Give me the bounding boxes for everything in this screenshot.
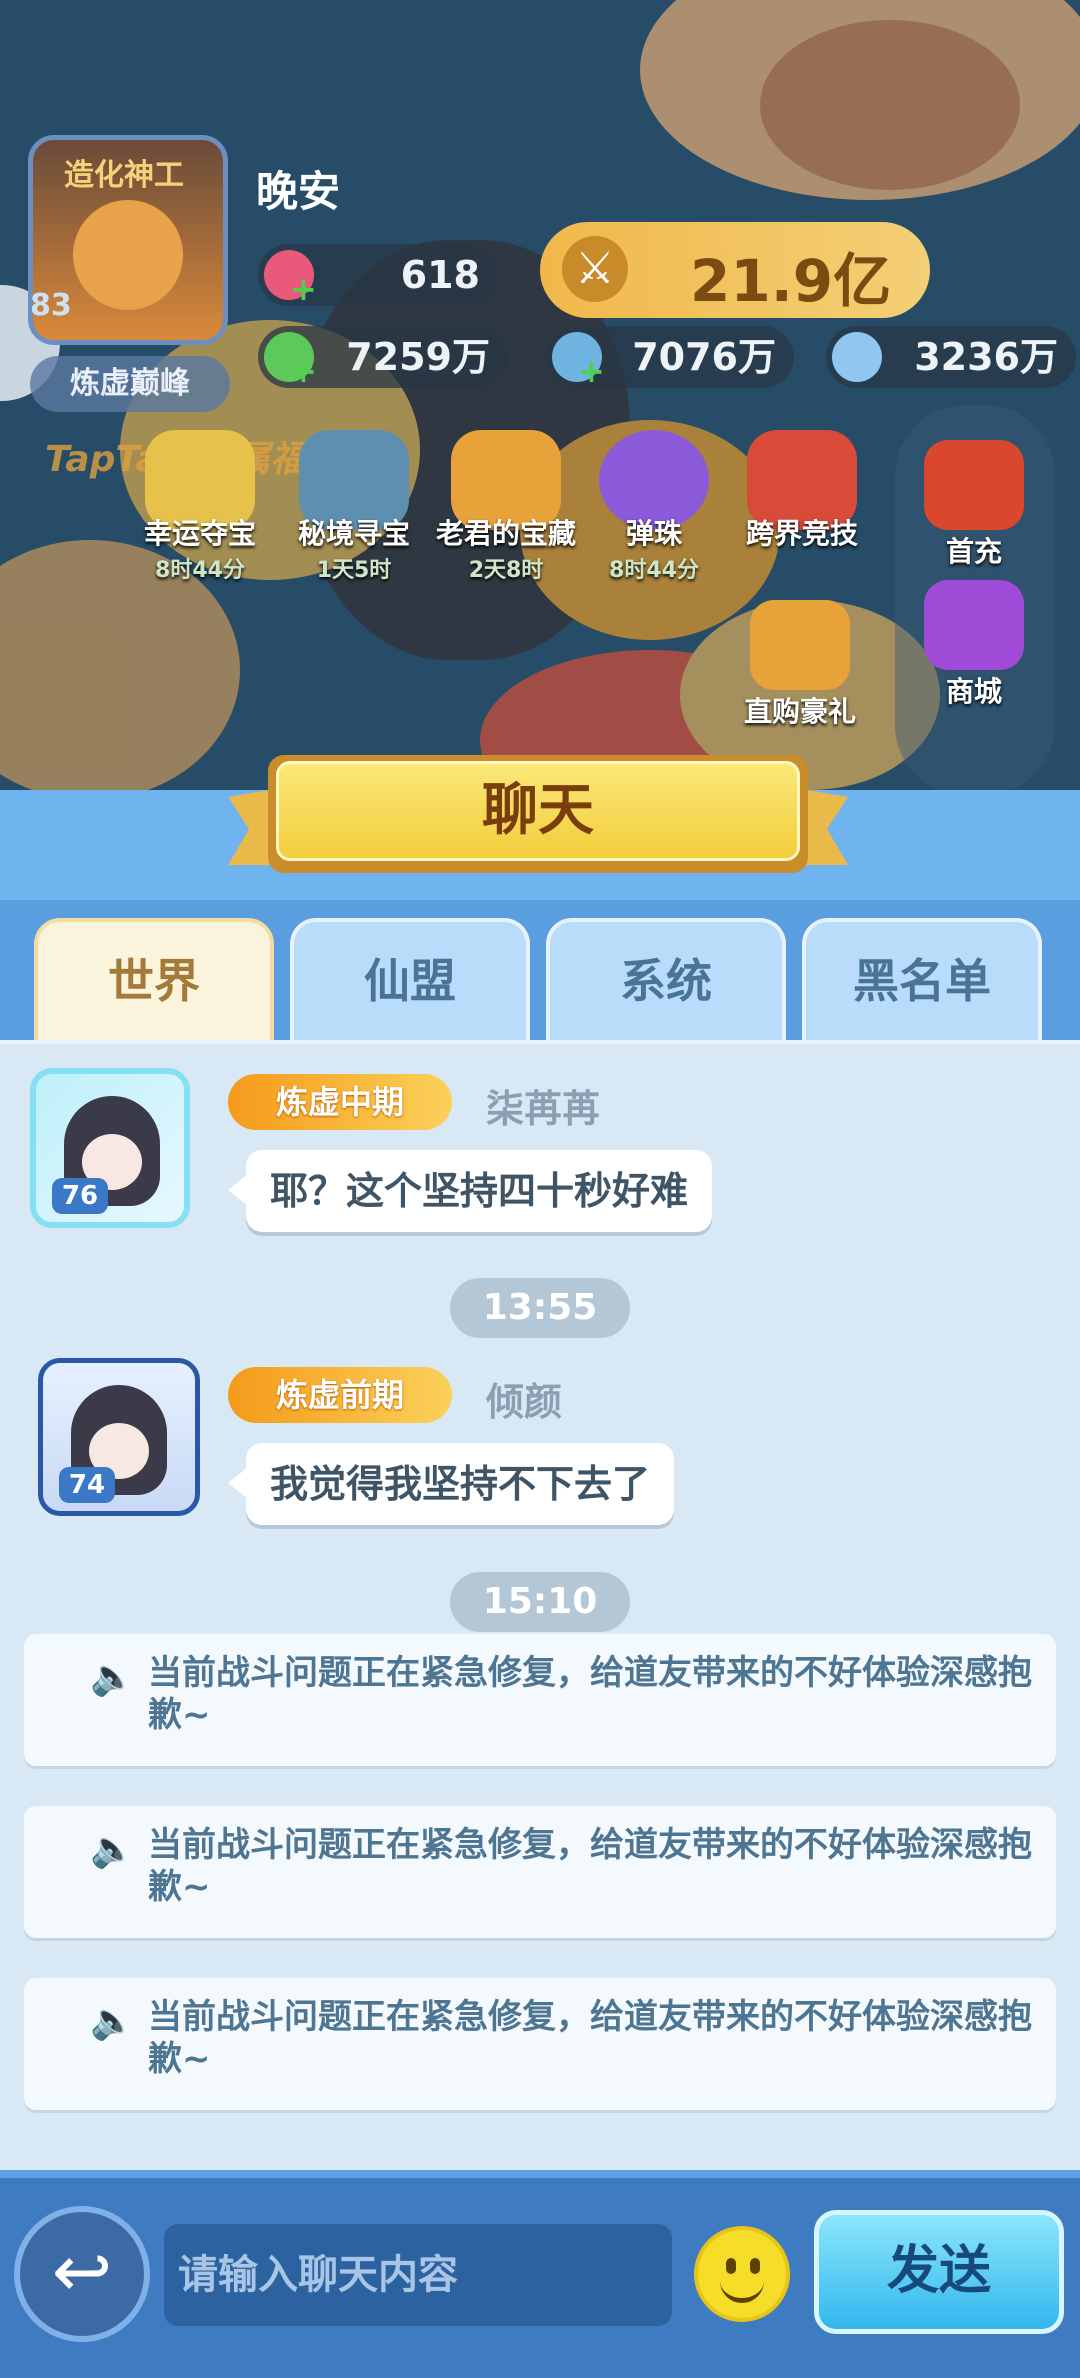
chat-title: 聊天 bbox=[276, 761, 800, 861]
feature-label: 弹珠 bbox=[625, 517, 682, 550]
tab-alliance[interactable]: 仙盟 bbox=[290, 918, 530, 1040]
speaker-icon: 🔈 bbox=[90, 1657, 135, 1698]
direct-purchase-gift-button[interactable]: 直购豪礼 bbox=[730, 600, 870, 730]
player-name: 晚安 bbox=[256, 167, 341, 216]
realm-badge: 炼虚巅峰 bbox=[30, 356, 230, 412]
resource-value: 7076万 bbox=[632, 335, 776, 379]
feature-label: 跨界竞技 bbox=[745, 517, 858, 550]
add-icon: + bbox=[290, 270, 317, 308]
timestamp: 13:55 bbox=[450, 1278, 630, 1338]
resource-value: 618 bbox=[400, 253, 480, 297]
resource-blue-crystal[interactable]: + 7076万 bbox=[546, 326, 794, 388]
player-level: 83 bbox=[30, 288, 72, 323]
resource-rainbow-crystal[interactable]: 3236万 bbox=[826, 326, 1076, 388]
feature-laojun-treasure[interactable]: 老君的宝藏 2天8时 bbox=[436, 430, 576, 584]
feature-timer: 8时44分 bbox=[155, 558, 245, 583]
resource-green-jade[interactable]: + 7259万 bbox=[258, 326, 508, 388]
rank-badge: 炼虚前期 bbox=[228, 1367, 453, 1423]
message-bubble: 耶？这个坚持四十秒好难 bbox=[227, 1150, 713, 1232]
system-notice: 🔈 当前战斗问题正在紧急修复，给道友带来的不好体验深感抱歉~ bbox=[24, 1806, 1056, 1938]
sender-name[interactable]: 倾颜 bbox=[486, 1371, 562, 1426]
system-notice: 🔈 当前战斗问题正在紧急修复，给道友带来的不好体验深感抱歉~ bbox=[24, 1634, 1056, 1766]
sender-level: 74 bbox=[59, 1467, 115, 1503]
gift-box-icon bbox=[924, 580, 1024, 670]
resource-peach[interactable]: + 618 bbox=[258, 244, 498, 306]
resource-value: 7259万 bbox=[346, 335, 490, 379]
resource-value: 3236万 bbox=[914, 335, 1058, 379]
combat-power-bar: ⚔ 21.9亿 bbox=[540, 222, 930, 318]
chat-input[interactable] bbox=[164, 2224, 672, 2326]
add-icon: + bbox=[290, 352, 317, 390]
combat-power-value: 21.9亿 bbox=[690, 247, 892, 315]
speaker-icon: 🔈 bbox=[90, 1829, 135, 1870]
crossed-swords-icon: ⚔ bbox=[562, 236, 628, 302]
sender-name[interactable]: 柒苒苒 bbox=[486, 1078, 600, 1133]
side-icon-label: 商城 bbox=[945, 675, 1002, 708]
side-icon-label: 直购豪礼 bbox=[743, 695, 856, 728]
speaker-icon: 🔈 bbox=[90, 2001, 135, 2042]
tab-world[interactable]: 世界 bbox=[34, 918, 274, 1040]
feature-timer: 2天8时 bbox=[468, 558, 544, 583]
sender-level: 76 bbox=[52, 1178, 108, 1214]
notice-text: 当前战斗问题正在紧急修复，给道友带来的不好体验深感抱歉~ bbox=[148, 1653, 1032, 1735]
feature-lucky-treasure[interactable]: 幸运夺宝 8时44分 bbox=[130, 430, 270, 584]
message-bubble: 我觉得我坚持不下去了 bbox=[227, 1443, 675, 1525]
tab-system[interactable]: 系统 bbox=[546, 918, 786, 1040]
side-icon-label: 首充 bbox=[945, 535, 1002, 568]
first-recharge-icon bbox=[924, 440, 1024, 530]
feature-timer: 8时44分 bbox=[609, 558, 699, 583]
chat-title-banner: 聊天 bbox=[228, 755, 848, 873]
emoji-smiley-icon[interactable] bbox=[694, 2226, 790, 2322]
notice-text: 当前战斗问题正在紧急修复，给道友带来的不好体验深感抱歉~ bbox=[148, 1825, 1032, 1907]
send-button[interactable]: 发送 bbox=[814, 2210, 1064, 2334]
sender-avatar[interactable]: 74 bbox=[38, 1358, 200, 1516]
rank-badge: 炼虚中期 bbox=[228, 1074, 453, 1130]
feature-label: 老君的宝藏 bbox=[436, 517, 577, 550]
add-icon: + bbox=[578, 352, 605, 390]
system-notice: 🔈 当前战斗问题正在紧急修复，给道友带来的不好体验深感抱歉~ bbox=[24, 1978, 1056, 2110]
feature-label: 幸运夺宝 bbox=[143, 517, 256, 550]
feature-label: 秘境寻宝 bbox=[297, 517, 410, 550]
player-portrait bbox=[73, 200, 183, 310]
feature-cross-server-arena[interactable]: 跨界竞技 bbox=[732, 430, 872, 552]
avatar-title: 造化神工 bbox=[64, 158, 184, 193]
tab-blacklist[interactable]: 黑名单 bbox=[802, 918, 1042, 1040]
star-badge-icon bbox=[750, 600, 850, 690]
feature-timer: 1天5时 bbox=[316, 558, 392, 583]
timestamp: 15:10 bbox=[450, 1572, 630, 1632]
feature-pinball[interactable]: 弹珠 8时44分 bbox=[584, 430, 724, 584]
shop-button[interactable]: 商城 bbox=[904, 580, 1044, 710]
back-arrow-icon[interactable]: ↩ bbox=[14, 2206, 150, 2342]
sender-avatar[interactable]: 76 bbox=[30, 1068, 190, 1228]
feature-secret-realm[interactable]: 秘境寻宝 1天5时 bbox=[284, 430, 424, 584]
rainbow-crystal-icon bbox=[832, 332, 882, 382]
notice-text: 当前战斗问题正在紧急修复，给道友带来的不好体验深感抱歉~ bbox=[148, 1997, 1032, 2079]
first-recharge-button[interactable]: 首充 bbox=[904, 440, 1044, 570]
